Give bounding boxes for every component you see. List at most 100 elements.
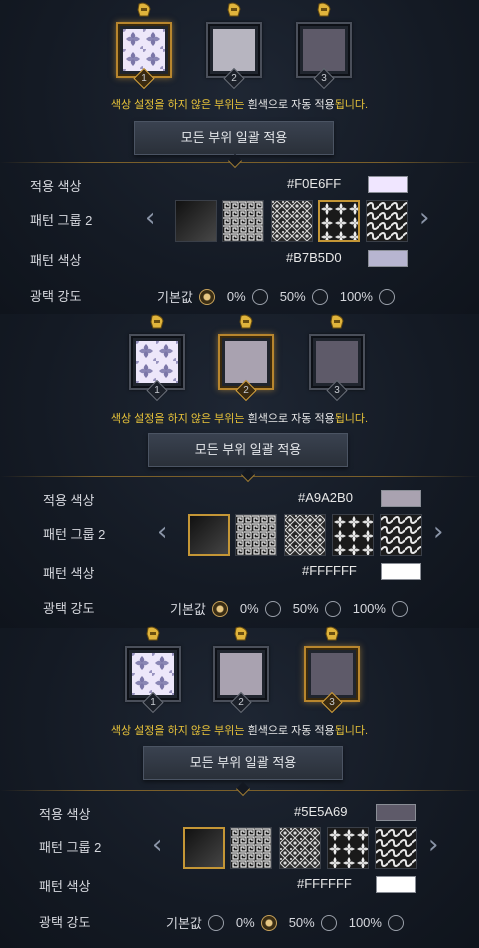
next-pattern-arrow-icon[interactable]: ›	[428, 832, 438, 858]
color-slot-3[interactable]: 3	[296, 2, 352, 90]
gloss-option-label: 0%	[226, 289, 246, 304]
gloss-radio-0[interactable]	[207, 914, 224, 931]
pattern-option-gradient-dark[interactable]	[188, 514, 230, 556]
notice-text-highlight: 흰색으로 자동 적용	[247, 725, 335, 737]
slot-color-preview	[311, 653, 353, 695]
slot-number-badge: 3	[326, 379, 348, 402]
next-pattern-arrow-icon[interactable]: ›	[433, 519, 443, 545]
gloss-option-label: 50%	[292, 601, 319, 616]
pattern-color-swatch[interactable]	[368, 250, 408, 267]
slot-number: 1	[154, 385, 160, 396]
apply-all-parts-button[interactable]: 모든 부위 일괄 적용	[148, 433, 348, 467]
pattern-color-label: 패턴 색상	[43, 566, 95, 581]
applied-color-label: 적용 색상	[39, 807, 91, 822]
pattern-option-geometric-tile[interactable]	[271, 200, 313, 242]
slot-number: 2	[231, 73, 237, 84]
gloss-radio-3[interactable]	[387, 914, 404, 931]
pattern-option-gradient-dark[interactable]	[175, 200, 217, 242]
auto-apply-notice: 색상 설정을 하지 않은 부위는 흰색으로 자동 적용됩니다.	[0, 410, 479, 426]
pattern-option-wave[interactable]	[380, 514, 422, 556]
applied-color-swatch[interactable]	[376, 804, 416, 821]
gloss-radio-3[interactable]	[378, 288, 395, 305]
color-panel-2: 1 2 3 색상 설정을 하지 않은 부위는 흰색으로 자동 적용됩니다. 모든 부위 …	[0, 314, 479, 628]
prev-pattern-arrow-icon[interactable]: ‹	[152, 832, 162, 858]
color-slot-2[interactable]: 2	[206, 2, 262, 90]
pattern-option-geometric-tile[interactable]	[284, 514, 326, 556]
prev-pattern-arrow-icon[interactable]: ‹	[157, 519, 167, 545]
pattern-option-geometric-tile[interactable]	[279, 827, 321, 869]
applied-color-label: 적용 색상	[43, 493, 95, 508]
gloss-radio-0[interactable]	[198, 288, 215, 305]
pattern-color-hex: #B7B5D0	[286, 250, 342, 265]
pattern-option-wave[interactable]	[375, 827, 417, 869]
pattern-option-floral[interactable]	[327, 827, 369, 869]
slot-color-preview	[316, 341, 358, 383]
pattern-group-label: 패턴 그룹 2	[43, 527, 106, 542]
auto-apply-notice: 색상 설정을 하지 않은 부위는 흰색으로 자동 적용됩니다.	[0, 722, 479, 738]
slot-number: 1	[141, 73, 147, 84]
gloss-option-label: 100%	[339, 289, 373, 304]
gloss-radio-0[interactable]	[211, 600, 228, 617]
pattern-option-wave[interactable]	[366, 200, 408, 242]
slot-number-badge: 2	[235, 379, 257, 402]
applied-color-hex: #F0E6FF	[287, 176, 342, 191]
pattern-option-floral[interactable]	[332, 514, 374, 556]
slot-number-badge: 1	[146, 379, 168, 402]
pattern-color-swatch[interactable]	[381, 563, 421, 580]
divider-notch	[240, 467, 256, 483]
gloss-intensity-label: 광택 강도	[43, 601, 95, 616]
color-slot-1[interactable]: 1	[116, 2, 172, 90]
hanger-icon	[232, 626, 250, 642]
pattern-color-swatch[interactable]	[376, 876, 416, 893]
slot-number-badge: 1	[133, 67, 155, 90]
notice-text-a: 색상 설정을 하지 않은 부위는	[110, 725, 248, 737]
gloss-radio-2[interactable]	[311, 288, 328, 305]
notice-text-a: 색상 설정을 하지 않은 부위는	[110, 413, 248, 425]
next-pattern-arrow-icon[interactable]: ›	[419, 205, 429, 231]
slot-color-preview	[213, 29, 255, 71]
apply-all-parts-button[interactable]: 모든 부위 일괄 적용	[143, 746, 343, 780]
hanger-icon	[237, 314, 255, 330]
gloss-radio-1[interactable]	[260, 914, 277, 931]
color-slot-1[interactable]: 1	[129, 314, 185, 402]
divider-notch	[227, 153, 243, 169]
slot-number-badge: 3	[321, 691, 343, 714]
color-slot-2[interactable]: 2	[218, 314, 274, 402]
slot-frame: 2	[218, 334, 274, 402]
prev-pattern-arrow-icon[interactable]: ‹	[145, 205, 155, 231]
slot-frame: 1	[125, 646, 181, 714]
color-slot-1[interactable]: 1	[125, 626, 181, 714]
section-divider	[0, 476, 479, 477]
apply-all-parts-button[interactable]: 모든 부위 일괄 적용	[134, 121, 334, 155]
pattern-option-greek-key[interactable]	[222, 200, 264, 242]
gloss-radio-2[interactable]	[320, 914, 337, 931]
hanger-icon	[144, 626, 162, 642]
pattern-option-greek-key[interactable]	[230, 827, 272, 869]
gloss-option-label: 100%	[348, 915, 382, 930]
slot-number: 3	[329, 697, 335, 708]
slot-number: 1	[150, 697, 156, 708]
auto-apply-notice: 색상 설정을 하지 않은 부위는 흰색으로 자동 적용됩니다.	[0, 96, 479, 112]
applied-color-swatch[interactable]	[381, 490, 421, 507]
gloss-radio-1[interactable]	[251, 288, 268, 305]
color-slot-3[interactable]: 3	[309, 314, 365, 402]
applied-color-swatch[interactable]	[368, 176, 408, 193]
gloss-radio-3[interactable]	[391, 600, 408, 617]
slot-frame: 1	[116, 22, 172, 90]
pattern-color-label: 패턴 색상	[39, 879, 91, 894]
hanger-icon	[148, 314, 166, 330]
pattern-group-label: 패턴 그룹 2	[30, 213, 93, 228]
slot-number: 2	[243, 385, 249, 396]
pattern-option-floral[interactable]	[318, 200, 360, 242]
pattern-option-greek-key[interactable]	[235, 514, 277, 556]
gloss-radio-1[interactable]	[264, 600, 281, 617]
gloss-option-label: 50%	[279, 289, 306, 304]
gloss-option-label: 0%	[239, 601, 259, 616]
gloss-option-label: 기본값	[170, 602, 206, 617]
color-slot-2[interactable]: 2	[213, 626, 269, 714]
pattern-option-gradient-dark[interactable]	[183, 827, 225, 869]
color-slot-3[interactable]: 3	[304, 626, 360, 714]
gloss-radio-2[interactable]	[324, 600, 341, 617]
slot-number: 3	[334, 385, 340, 396]
slot-color-preview	[123, 29, 165, 71]
